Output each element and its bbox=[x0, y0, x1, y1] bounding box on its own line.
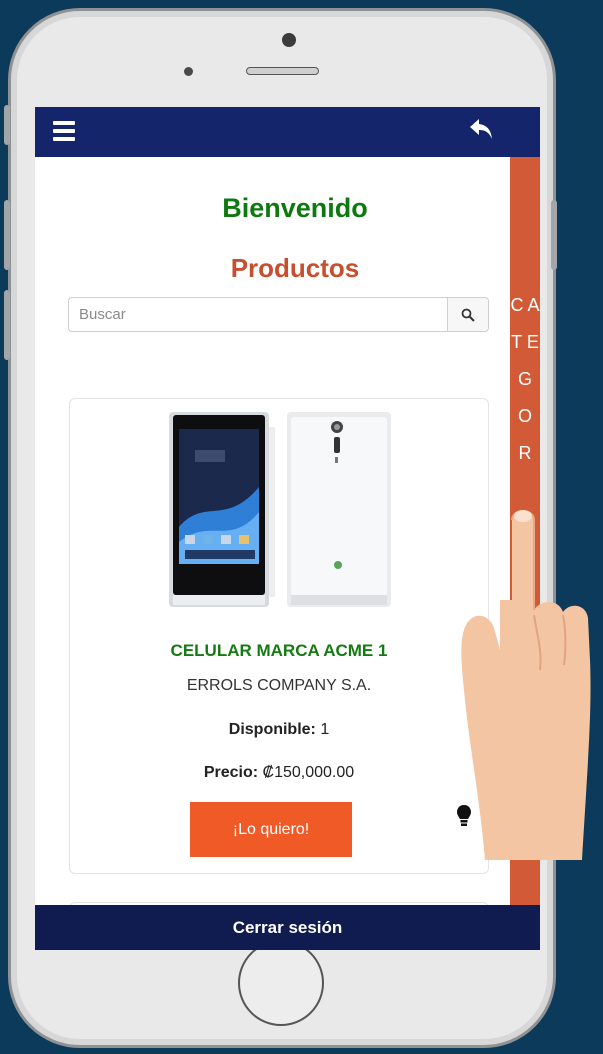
stock-value: 1 bbox=[320, 721, 330, 738]
proximity-sensor bbox=[184, 67, 193, 76]
buy-button[interactable]: ¡Lo quiero! bbox=[190, 802, 352, 857]
stock-label: Disponible: bbox=[228, 721, 316, 738]
product-name: CELULAR MARCA ACME 1 bbox=[170, 641, 388, 660]
phone-side-button bbox=[4, 105, 10, 145]
search-button[interactable] bbox=[447, 297, 489, 332]
product-stock: Disponible: 1 bbox=[69, 721, 489, 739]
price-value: ₡150,000.00 bbox=[262, 764, 355, 781]
section-title: Productos bbox=[230, 253, 360, 283]
price-label: Precio: bbox=[203, 764, 259, 781]
phone-power-button bbox=[551, 200, 557, 270]
search-icon bbox=[461, 308, 475, 322]
phone-volume-up bbox=[4, 200, 10, 270]
product-price: Precio: ₡150,000.00 bbox=[69, 764, 489, 782]
home-button[interactable] bbox=[238, 940, 324, 1026]
reply-arrow-icon[interactable] bbox=[468, 115, 494, 145]
phone-volume-down bbox=[4, 290, 10, 360]
logout-bar[interactable]: Cerrar sesión bbox=[35, 905, 540, 950]
product-company: ERROLS COMPANY S.A. bbox=[186, 677, 372, 694]
top-navbar bbox=[35, 107, 540, 157]
hamburger-icon[interactable] bbox=[53, 121, 75, 141]
front-camera bbox=[282, 33, 296, 47]
welcome-heading: Bienvenido bbox=[222, 193, 368, 223]
product-image bbox=[169, 412, 391, 607]
earpiece-speaker bbox=[246, 67, 319, 75]
search-input[interactable] bbox=[68, 297, 448, 332]
categories-tab-label: C A T E G O R bbox=[510, 295, 540, 463]
pointing-hand-illustration bbox=[461, 510, 591, 860]
